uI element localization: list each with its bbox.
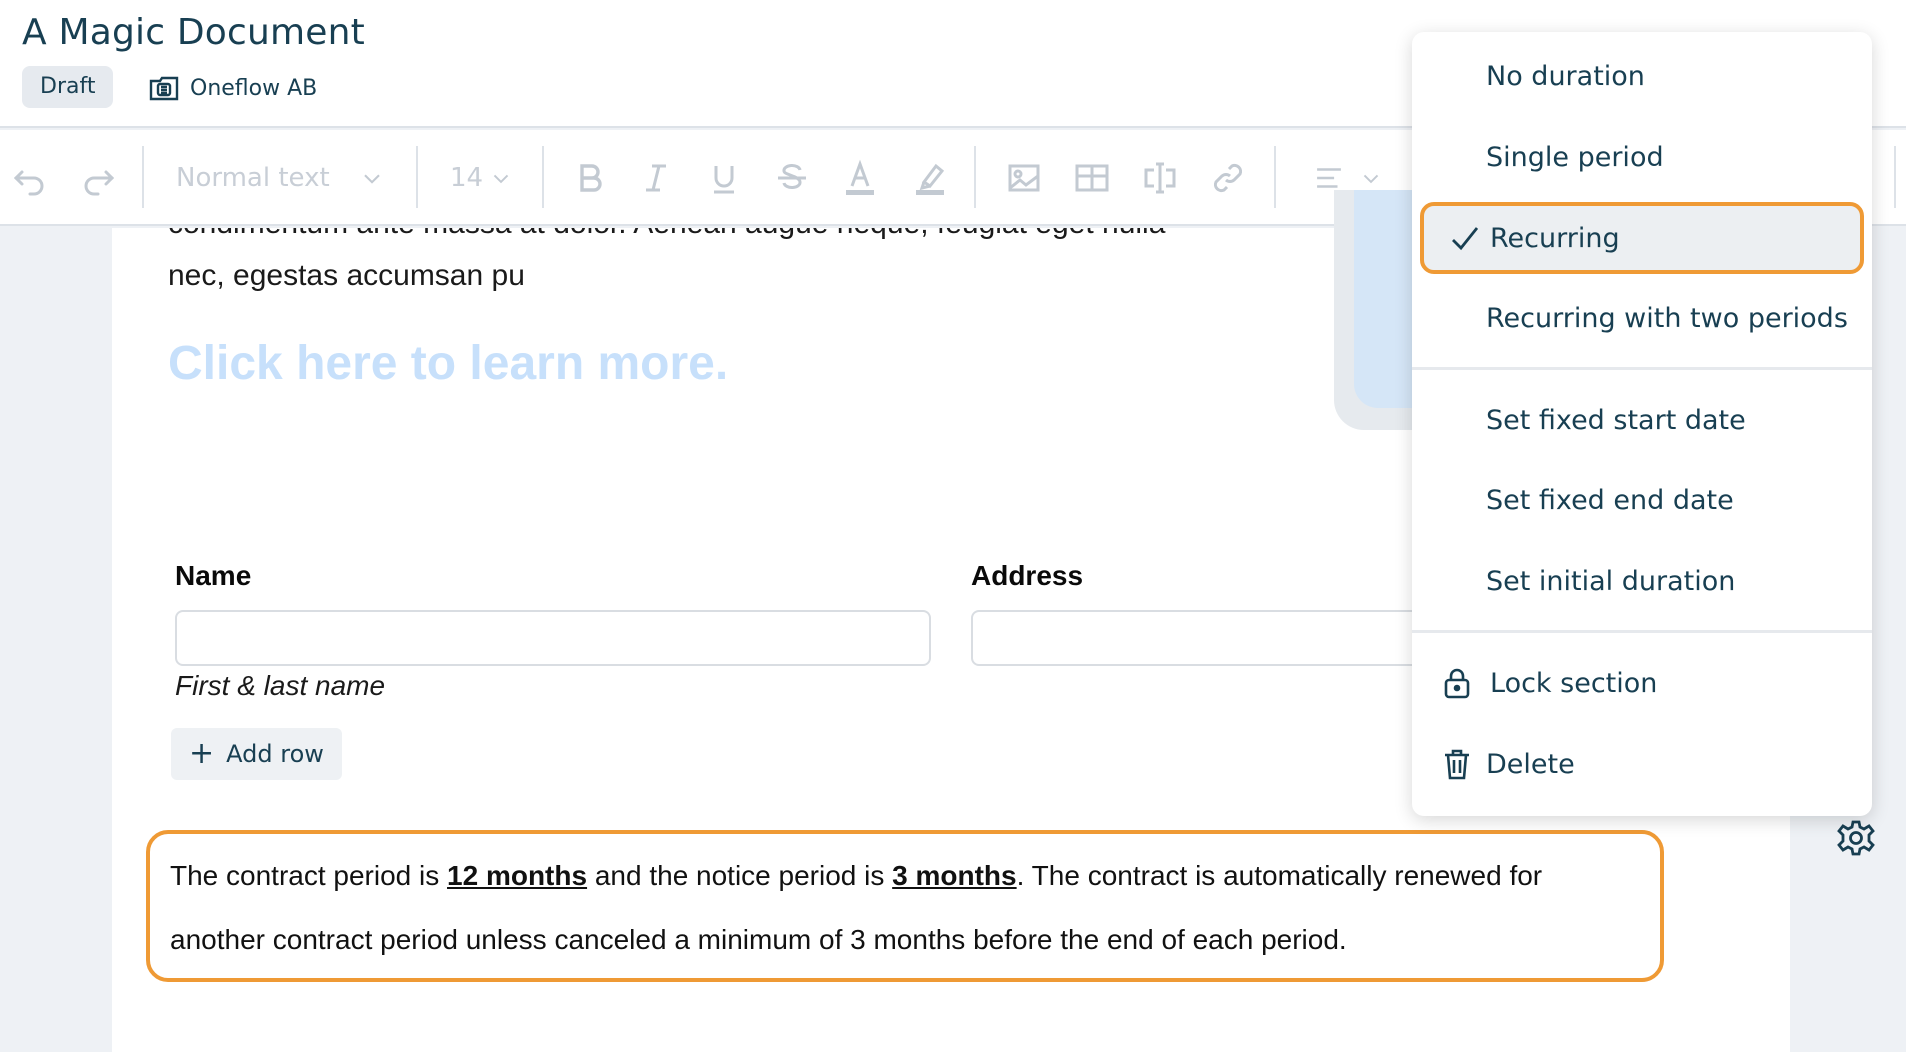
redo-button[interactable] [74,154,122,202]
insert-link-button[interactable] [1206,154,1250,202]
menu-item-recurring-two-periods[interactable]: Recurring with two periods [1412,282,1872,354]
toolbar-divider [416,146,418,208]
plus-icon: + [189,736,215,771]
name-hint: First & last name [175,670,386,701]
trash-icon [1445,749,1469,780]
bold-icon [580,164,602,192]
menu-item-label: Set fixed start date [1486,404,1746,436]
chevron-down-icon [364,174,380,184]
undo-button[interactable] [6,154,54,202]
paragraph-line: nec, egestas accumsan pu [168,259,525,292]
menu-item-recurring[interactable]: Recurring [1420,202,1864,274]
text-color-button[interactable] [838,154,882,202]
menu-item-fixed-end-date[interactable]: Set fixed end date [1412,464,1872,536]
redo-icon [84,170,115,196]
menu-item-initial-duration[interactable]: Set initial duration [1412,545,1872,617]
table-icon [1075,164,1109,192]
menu-item-label: Recurring [1490,222,1620,254]
underline-icon [714,166,734,194]
duration-menu: No duration Single period Recurring Recu… [1412,32,1872,816]
section-settings-button[interactable] [1836,818,1876,858]
toolbar-divider [542,146,544,208]
menu-item-label: Delete [1486,748,1575,780]
menu-item-single-period[interactable]: Single period [1412,121,1872,193]
add-row-label: Add row [226,740,324,768]
add-row-button[interactable]: + Add row [171,728,342,780]
contract-period-value[interactable]: 12 months [447,860,587,891]
menu-item-label: No duration [1486,60,1645,92]
name-label: Name [175,560,252,591]
chevron-down-icon [493,174,509,184]
status-badge: Draft [22,66,114,108]
gear-icon [1837,820,1875,856]
text-style-select[interactable]: Normal text [176,154,386,202]
undo-icon [13,170,44,196]
image-icon [1008,164,1040,192]
toolbar-divider [1274,146,1276,208]
menu-divider [1412,367,1872,370]
strikethrough-button[interactable] [770,154,814,202]
insert-image-button[interactable] [1002,154,1046,202]
menu-item-label: Single period [1486,141,1664,173]
chevron-down-icon [1363,174,1379,184]
highlight-icon [916,163,945,195]
checkmark-icon [1452,227,1479,251]
paragraph[interactable]: condimentum ante massa at dolor. Aenean … [168,228,1278,300]
menu-item-lock-section[interactable]: Lock section [1412,647,1872,719]
name-input[interactable] [175,610,931,666]
menu-item-label: Recurring with two periods [1486,302,1848,334]
link-icon [1213,163,1243,193]
menu-item-label: Set initial duration [1486,565,1736,597]
address-label: Address [971,560,1084,591]
lock-icon [1444,668,1470,699]
menu-item-delete[interactable]: Delete [1412,728,1872,800]
underline-button[interactable] [702,154,746,202]
menu-item-label: Set fixed end date [1486,484,1734,516]
italic-button[interactable] [634,154,678,202]
italic-icon [646,164,666,192]
font-size-value: 14 [450,163,484,193]
duration-section[interactable]: The contract period is 12 months and the… [146,830,1664,982]
insert-field-button[interactable] [1138,154,1182,202]
menu-item-no-duration[interactable]: No duration [1412,40,1872,112]
workspace-icon [149,76,179,101]
text-style-value: Normal text [176,163,330,193]
text-field-icon [1144,162,1176,194]
bold-button[interactable] [568,154,612,202]
strikethrough-icon [778,163,806,190]
menu-item-fixed-start-date[interactable]: Set fixed start date [1412,384,1872,456]
duration-text: and the notice period is [587,860,893,891]
notice-period-value[interactable]: 3 months [892,860,1016,891]
learn-more-link[interactable]: Click here to learn more. [168,336,728,391]
insert-table-button[interactable] [1070,154,1114,202]
menu-item-label: Lock section [1490,667,1658,699]
toolbar-divider [974,146,976,208]
duration-text: The contract period is [170,860,448,891]
document-title[interactable]: A Magic Document [22,12,365,53]
toolbar-divider [142,146,144,208]
toolbar-divider [1894,146,1896,208]
paragraph-line-clipped: condimentum ante massa at dolor. Aenean … [168,228,1165,250]
company-link[interactable]: Oneflow AB [148,70,317,106]
text-color-icon [846,159,874,195]
menu-divider [1412,630,1872,633]
company-name: Oneflow AB [190,75,318,101]
highlight-button[interactable] [908,154,952,202]
font-size-select[interactable]: 14 [450,154,514,202]
